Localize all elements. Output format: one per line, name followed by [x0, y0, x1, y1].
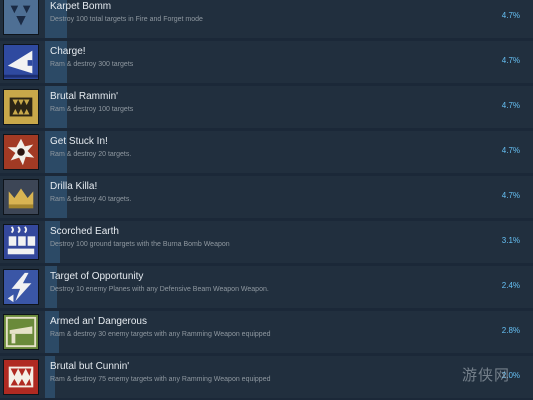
unlock-percent: 4.7% [501, 191, 520, 200]
achievement-title: Get Stuck In! [50, 136, 108, 147]
fanged-jaw-icon [3, 359, 39, 395]
achievement-row[interactable]: Brutal Rammin' Ram & destroy 100 targets… [0, 86, 533, 128]
achievement-description: Ram & destroy 100 targets [50, 106, 134, 113]
achievement-title: Target of Opportunity [50, 271, 144, 282]
achievement-title: Karpet Bomm [50, 1, 112, 12]
unlock-percent: 4.7% [501, 101, 520, 110]
unlock-percent: 3.1% [501, 236, 520, 245]
achievement-row[interactable]: Armed an' Dangerous Ram & destroy 30 ene… [0, 311, 533, 353]
achievement-title: Scorched Earth [50, 226, 119, 237]
achievement-list: Karpet Bomm Destroy 100 total targets in… [0, 0, 533, 400]
ram-charge-icon [3, 44, 39, 80]
armed-blade-icon [3, 314, 39, 350]
ram-jaw-icon [3, 89, 39, 125]
unlock-percent: 2.8% [501, 326, 520, 335]
bombs-triangle-icon [3, 0, 39, 35]
unlock-percent: 4.7% [501, 11, 520, 20]
achievement-row[interactable]: Scorched Earth Destroy 100 ground target… [0, 221, 533, 263]
unlock-percent: 4.7% [501, 146, 520, 155]
achievement-description: Ram & destroy 40 targets. [50, 196, 132, 203]
achievement-title: Armed an' Dangerous [50, 316, 147, 327]
achievement-title: Drilla Killa! [50, 181, 98, 192]
achievement-row[interactable]: Drilla Killa! Ram & destroy 40 targets. … [0, 176, 533, 218]
achievement-description: Destroy 100 total targets in Fire and Fo… [50, 16, 203, 23]
achievement-row[interactable]: Karpet Bomm Destroy 100 total targets in… [0, 0, 533, 38]
achievement-row[interactable]: Target of Opportunity Destroy 10 enemy P… [0, 266, 533, 308]
achievement-row[interactable]: Get Stuck In! Ram & destroy 20 targets. … [0, 131, 533, 173]
achievement-description: Ram & destroy 20 targets. [50, 151, 132, 158]
achievement-description: Ram & destroy 300 targets [50, 61, 134, 68]
drill-crown-icon [3, 179, 39, 215]
achievement-description: Ram & destroy 75 enemy targets with any … [50, 376, 271, 383]
achievement-description: Ram & destroy 30 enemy targets with any … [50, 331, 271, 338]
watermark: 游侠网 [462, 367, 511, 384]
spiked-ram-icon [3, 134, 39, 170]
unlock-percent: 4.7% [501, 56, 520, 65]
achievement-description: Destroy 100 ground targets with the Burn… [50, 241, 230, 248]
burna-bomb-icon [3, 224, 39, 260]
unlock-percent: 2.4% [501, 281, 520, 290]
lightning-target-icon [3, 269, 39, 305]
achievement-row[interactable]: Charge! Ram & destroy 300 targets 4.7% [0, 41, 533, 83]
achievement-description: Destroy 10 enemy Planes with any Defensi… [50, 286, 269, 293]
achievement-title: Brutal but Cunnin' [50, 361, 130, 372]
achievement-title: Brutal Rammin' [50, 91, 119, 102]
achievement-title: Charge! [50, 46, 86, 57]
achievement-row[interactable]: Brutal but Cunnin' Ram & destroy 75 enem… [0, 356, 533, 398]
